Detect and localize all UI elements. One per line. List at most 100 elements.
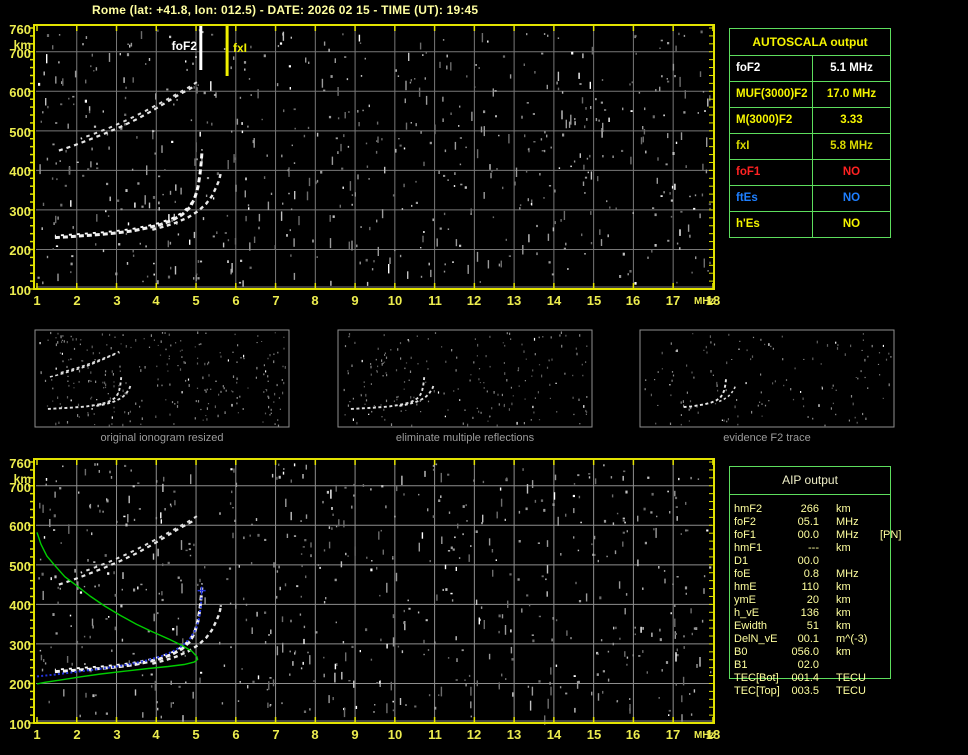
- x-axis-tick-label: 10: [387, 727, 403, 742]
- trace-second-hop-x: [80, 80, 199, 140]
- x-axis-tick-label: 14: [546, 727, 562, 742]
- x-axis-tick-label: 1: [33, 727, 41, 742]
- aip-unit: km: [836, 607, 851, 619]
- y-axis-tick-label: 400: [9, 164, 31, 179]
- x-axis-tick-label: 14: [546, 293, 562, 308]
- y-axis-tick-label: 500: [9, 125, 31, 140]
- y-axis-tick-label: 500: [9, 559, 31, 574]
- autoscala-value: NO: [842, 166, 861, 178]
- aip-unit: m^(-3): [836, 633, 868, 645]
- aip-row: B0 056.0 km: [729, 646, 904, 659]
- aip-extra: [878, 555, 880, 568]
- aip-row: ymE 20 km: [729, 594, 904, 607]
- x-axis-tick-label: 13: [506, 293, 522, 308]
- x-axis-tick-label: 11: [428, 727, 442, 742]
- aip-row: hmE 110 km: [729, 581, 904, 594]
- aip-val: 00.0: [797, 529, 819, 541]
- aip-label: DelN_vE: [734, 633, 778, 645]
- x-axis-tick-label: 15: [586, 727, 602, 742]
- bottom-ionogram-plot: [28, 458, 715, 725]
- aip-row: TEC[Bot] 001.4 TECU: [729, 672, 904, 685]
- aip-extra: [878, 503, 880, 516]
- aip-row: foE 0.8 MHz: [729, 568, 904, 581]
- aip-val: ---: [808, 542, 819, 554]
- aip-unit: TECU: [836, 685, 866, 697]
- x-axis-tick-label: 10: [387, 293, 403, 308]
- aip-val: 136: [800, 607, 819, 619]
- y-axis-tick-label: 600: [9, 519, 31, 534]
- aip-unit: km: [836, 620, 851, 632]
- noise-speckle: [38, 463, 712, 725]
- x-axis-tick-label: 16: [625, 293, 641, 308]
- aip-extra: [878, 633, 880, 646]
- autoscala-table-header: AUTOSCALA output: [730, 29, 890, 56]
- x-axis-tick-label: 3: [113, 727, 121, 742]
- aip-row: foF1 00.0 MHz [PN]: [729, 529, 904, 542]
- aip-extra: [878, 542, 880, 555]
- noise-speckle: [37, 29, 711, 287]
- y-axis-unit-label: km: [13, 38, 31, 52]
- autoscala-value: NO: [842, 218, 861, 230]
- aip-label: D1: [734, 555, 749, 567]
- y-axis-tick-label: 760: [9, 22, 31, 37]
- aip-extra: [PN]: [880, 529, 902, 541]
- aip-extra: [878, 516, 880, 529]
- aip-val: 02.0: [797, 659, 819, 671]
- marker-line-fof2: [199, 26, 203, 70]
- aip-row: hmF1 --- km: [729, 542, 904, 555]
- aip-extra: [878, 672, 880, 685]
- autoscala-table-rows: foF2 5.1 MHz MUF(3000)F2 17.0 MHz M(3000)F2 3…: [730, 56, 890, 238]
- aip-val: 00.0: [797, 555, 819, 567]
- y-axis-tick-label: 200: [9, 677, 31, 692]
- x-axis-tick-label: 6: [232, 293, 240, 308]
- aip-label: foF2: [734, 516, 757, 528]
- aip-unit: TECU: [836, 672, 866, 684]
- aip-label: TEC[Bot]: [734, 672, 779, 684]
- aip-unit: km: [836, 542, 851, 554]
- page-title: Rome (lat: +41.8, lon: 012.5) - DATE: 20…: [92, 3, 479, 17]
- aip-label: B1: [734, 659, 748, 671]
- x-axis-tick-label: 17: [665, 293, 681, 308]
- aip-val: 056.0: [791, 646, 819, 658]
- autoscala-value: NO: [842, 192, 861, 204]
- autoscala-row: fxI 5.8 MHz: [730, 134, 890, 160]
- aip-label: hmF1: [734, 542, 763, 554]
- x-axis-tick-label: 4: [152, 293, 160, 308]
- autoscala-screen: Rome (lat: +41.8, lon: 012.5) - DATE: 20…: [0, 0, 968, 755]
- y-axis-tick-label: 300: [9, 638, 31, 653]
- aip-unit: km: [836, 581, 851, 593]
- aip-table-header: AIP output: [730, 467, 890, 495]
- aip-row: hmF2 266 km: [729, 503, 904, 516]
- aip-unit: [819, 659, 878, 672]
- x-axis-tick-label: 7: [272, 293, 280, 308]
- y-axis-tick-label: 200: [9, 243, 31, 258]
- aip-unit: [819, 555, 878, 568]
- top-ionogram-plot: [28, 24, 715, 290]
- aip-extra: [878, 607, 880, 620]
- x-axis-tick-label: 8: [311, 727, 319, 742]
- y-axis-tick-label: 400: [9, 598, 31, 613]
- aip-label: foE: [734, 568, 751, 580]
- x-axis-tick-label: 13: [506, 727, 522, 742]
- aip-extra: [878, 659, 880, 672]
- x-axis-tick-label: 12: [466, 293, 482, 308]
- trace-f2-first-hop-x: [151, 173, 222, 231]
- trace-second-hop-x: [80, 514, 199, 574]
- x-axis-tick-label: 2: [73, 727, 81, 742]
- marker-line-fxi: [225, 26, 229, 76]
- aip-unit: MHz: [836, 529, 859, 541]
- autoscala-param: foF2: [730, 56, 813, 81]
- aip-label: hmF2: [734, 503, 763, 515]
- y-axis-tick-label: 760: [9, 456, 31, 471]
- y-axis-tick-label: 600: [9, 85, 31, 100]
- aip-row: foF2 05.1 MHz: [729, 516, 904, 529]
- autoscala-value: 5.8 MHz: [830, 140, 873, 152]
- aip-val: 00.1: [797, 633, 819, 645]
- x-axis-tick-label: 9: [351, 293, 359, 308]
- x-axis-tick-label: 7: [272, 727, 280, 742]
- autoscala-param: M(3000)F2: [730, 108, 813, 133]
- autoscala-row: foF1 NO: [730, 160, 890, 186]
- aip-extra: [878, 685, 880, 698]
- aip-unit: km: [836, 594, 851, 606]
- aip-row: Ewidth 51 km: [729, 620, 904, 633]
